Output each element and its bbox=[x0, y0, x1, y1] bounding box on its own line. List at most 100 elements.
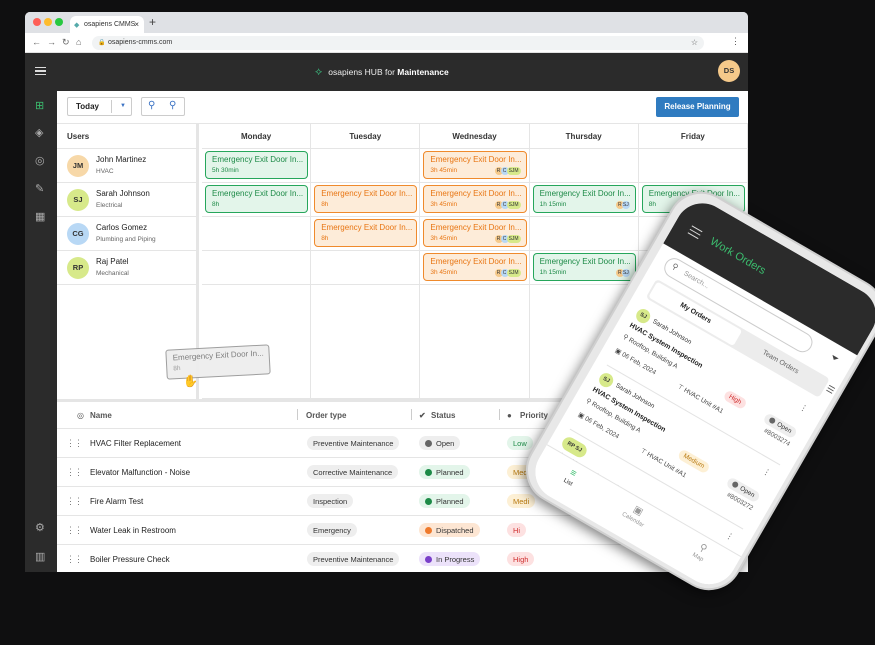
task-card-title: Emergency Exit Door In... bbox=[321, 189, 413, 198]
day-cell[interactable] bbox=[420, 285, 530, 399]
drag-handle-icon[interactable]: ⋮⋮ bbox=[66, 496, 83, 507]
task-card-title: Emergency Exit Door In... bbox=[539, 257, 631, 266]
planner-icon[interactable]: ⊞ bbox=[35, 99, 44, 112]
order-type-pill: Preventive Maintenance bbox=[307, 552, 400, 566]
drag-handle-icon[interactable]: ⋮⋮ bbox=[66, 438, 83, 449]
today-label: Today bbox=[76, 102, 99, 111]
today-button[interactable]: Today ▼ bbox=[67, 97, 132, 116]
col-priority[interactable]: Priority bbox=[520, 411, 548, 420]
user-row[interactable]: RP Raj Patel Mechanical bbox=[57, 251, 196, 285]
more-icon[interactable]: ⋮ bbox=[798, 402, 809, 414]
user-row[interactable]: SJ Sarah Johnson Electrical bbox=[57, 183, 196, 217]
priority-pill: Hi bbox=[507, 523, 527, 537]
chevron-down-icon[interactable]: ▼ bbox=[120, 103, 126, 109]
browser-menu-icon[interactable]: ⋮ bbox=[731, 36, 740, 47]
book-icon[interactable]: ▥ bbox=[35, 550, 45, 563]
browser-tab[interactable]: ◆ osapiens CMMS × bbox=[70, 16, 144, 33]
status-pill: Planned bbox=[419, 494, 470, 508]
more-icon[interactable]: ⋮ bbox=[724, 530, 735, 542]
more-icon[interactable]: ⋮ bbox=[761, 466, 772, 478]
task-card-duration: 8h bbox=[321, 201, 329, 208]
bookmark-star-icon[interactable]: ☆ bbox=[691, 38, 698, 47]
user-row[interactable]: JM John Martinez HVAC bbox=[57, 149, 196, 183]
day-cell[interactable] bbox=[202, 285, 312, 399]
building-icon[interactable]: ▦ bbox=[35, 210, 45, 223]
day-cell[interactable] bbox=[638, 149, 748, 183]
task-card[interactable]: Emergency Exit Door In... 1h 15min RSJ bbox=[532, 253, 636, 281]
day-cell[interactable] bbox=[311, 149, 421, 183]
status-label: Planned bbox=[436, 497, 464, 506]
user-avatar[interactable]: DS bbox=[718, 60, 740, 82]
assignee-chips: R C SJM bbox=[494, 269, 521, 277]
close-window-icon[interactable] bbox=[33, 18, 41, 26]
day-cell[interactable] bbox=[311, 251, 421, 285]
zoom-in-icon[interactable]: ⚲ bbox=[169, 100, 176, 111]
status-pill: Open bbox=[419, 436, 461, 450]
assignee-chips: RSJ bbox=[615, 201, 630, 209]
settings-icon[interactable]: ⚙ bbox=[35, 521, 45, 534]
dragged-task-card[interactable]: Emergency Exit Door In... 8h bbox=[165, 344, 271, 380]
col-name[interactable]: Name bbox=[90, 411, 112, 420]
forward-icon[interactable]: → bbox=[47, 37, 56, 47]
day-cell[interactable] bbox=[529, 149, 639, 183]
asset: ⊤ HVAC Unit #A1 bbox=[676, 382, 725, 415]
task-card[interactable]: Emergency Exit Door In... 1h 15min RSJ bbox=[532, 185, 636, 213]
priority-pill: High bbox=[507, 552, 535, 566]
user-row[interactable]: CG Carlos Gomez Plumbing and Piping bbox=[57, 217, 196, 251]
release-planning-button[interactable]: Release Planning bbox=[656, 97, 739, 117]
task-card[interactable]: Emergency Exit Door In... 3h 45min R C SJM bbox=[423, 151, 527, 179]
task-card-duration: 8h bbox=[212, 201, 220, 208]
check-icon: ✔ bbox=[419, 411, 426, 420]
close-tab-icon[interactable]: × bbox=[134, 20, 139, 29]
order-type-pill: Inspection bbox=[307, 494, 354, 508]
maximize-window-icon[interactable] bbox=[55, 18, 63, 26]
url-field[interactable]: 🔒 osapiens-cmms.com ☆ bbox=[92, 36, 704, 50]
filter-icon[interactable]: ⏷ bbox=[828, 352, 840, 366]
target-icon[interactable]: ◎ bbox=[35, 154, 45, 167]
settings-small-icon[interactable]: ◎ bbox=[77, 411, 84, 420]
menu-icon[interactable] bbox=[35, 67, 46, 75]
user-name: John Martinez bbox=[96, 155, 147, 164]
day-cell[interactable] bbox=[202, 217, 312, 251]
task-card[interactable]: Emergency Exit Door In... 5h 30min bbox=[205, 151, 309, 179]
day-cell[interactable] bbox=[311, 285, 421, 399]
task-card[interactable]: Emergency Exit Door In... 8h bbox=[205, 185, 309, 213]
task-card[interactable]: Emergency Exit Door In... 3h 45min R C SJM bbox=[423, 185, 527, 213]
task-card[interactable]: Emergency Exit Door In... 3h 45min R C SJM bbox=[423, 219, 527, 247]
col-order-type[interactable]: Order type bbox=[306, 411, 346, 420]
home-icon[interactable]: ⌂ bbox=[76, 37, 81, 47]
col-status[interactable]: Status bbox=[431, 411, 455, 420]
task-card[interactable]: Emergency Exit Door In... 3h 45min R C SJM bbox=[423, 253, 527, 281]
minimize-window-icon[interactable] bbox=[44, 18, 52, 26]
user-name: Raj Patel bbox=[96, 257, 129, 266]
tools-icon[interactable]: ✎ bbox=[35, 182, 44, 195]
address-bar-row: ← → ↻ ⌂ 🔒 osapiens-cmms.com ☆ ⋮ bbox=[25, 33, 748, 53]
order-name: Water Leak in Restroom bbox=[90, 526, 176, 535]
status-label: In Progress bbox=[436, 555, 475, 564]
status-dot-icon bbox=[768, 416, 777, 425]
assignee-chips: RSJ bbox=[615, 269, 630, 277]
col-sep bbox=[297, 409, 298, 420]
task-card[interactable]: Emergency Exit Door In... 8h bbox=[314, 219, 418, 247]
status-dot-icon bbox=[425, 556, 432, 563]
user-avatar: RP bbox=[67, 257, 89, 279]
day-cell[interactable] bbox=[529, 217, 639, 251]
phone-search-placeholder: Search... bbox=[682, 270, 711, 291]
drag-handle-icon[interactable]: ⋮⋮ bbox=[66, 525, 83, 536]
task-card-title: Emergency Exit Door In... bbox=[212, 155, 304, 164]
user-avatar: JM bbox=[67, 155, 89, 177]
task-card-title: Emergency Exit Door In... bbox=[212, 189, 304, 198]
back-icon[interactable]: ← bbox=[32, 37, 41, 47]
user-role: Electrical bbox=[96, 202, 123, 209]
reload-icon[interactable]: ↻ bbox=[62, 37, 70, 48]
layers-icon[interactable]: ◈ bbox=[35, 126, 43, 139]
day-cell[interactable] bbox=[202, 251, 312, 285]
new-tab-icon[interactable]: + bbox=[149, 15, 156, 29]
drag-handle-icon[interactable]: ⋮⋮ bbox=[66, 554, 83, 565]
task-card[interactable]: Emergency Exit Door In... 8h bbox=[314, 185, 418, 213]
drag-handle-icon[interactable]: ⋮⋮ bbox=[66, 467, 83, 478]
task-card-duration: 5h 30min bbox=[212, 167, 239, 174]
phone-menu-icon[interactable] bbox=[687, 225, 703, 240]
zoom-out-icon[interactable]: ⚲ bbox=[148, 100, 155, 111]
user-role: Mechanical bbox=[96, 270, 129, 277]
